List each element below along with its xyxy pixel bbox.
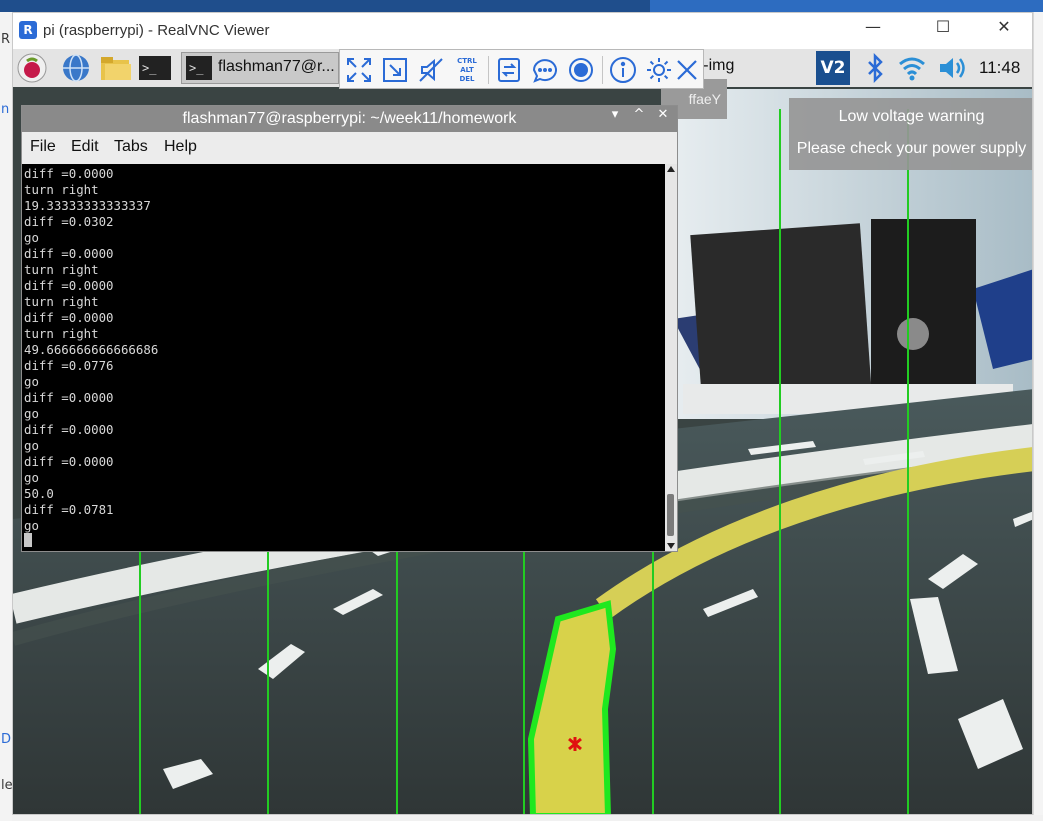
chat-icon[interactable] — [530, 55, 560, 85]
ctrl-alt-del-icon[interactable]: CTRL ALT DEL — [452, 55, 482, 85]
terminal-line: turn right — [24, 262, 99, 277]
vnc-titlebar[interactable]: R pi (raspberrypi) - RealVNC Viewer — ☐ … — [13, 13, 1032, 49]
menu-tabs[interactable]: Tabs — [114, 138, 148, 156]
task-label: flashman77@r... — [218, 58, 335, 75]
terminal-line: 49.666666666666686 — [24, 342, 159, 357]
close-button[interactable]: ✕ — [981, 17, 1027, 45]
terminal-line: diff =0.0302 — [24, 214, 114, 229]
terminal-window: flashman77@raspberrypi: ~/week11/homewor… — [21, 105, 678, 552]
text-cursor — [24, 533, 32, 547]
terminal-line: go — [24, 374, 39, 389]
menu-help[interactable]: Help — [164, 138, 197, 156]
terminal-line: turn right — [24, 182, 99, 197]
host-edge-letter: n — [1, 102, 10, 117]
scrollbar-thumb[interactable] — [667, 494, 674, 536]
window-title: pi (raspberrypi) - RealVNC Viewer — [43, 22, 270, 39]
web-browser-icon[interactable] — [61, 53, 91, 83]
host-edge-letter: le — [1, 778, 13, 793]
bluetooth-icon[interactable] — [863, 52, 893, 84]
terminal-line: diff =0.0000 — [24, 246, 114, 261]
scale-icon[interactable] — [380, 55, 410, 85]
taskbar-task-terminal[interactable]: >_ flashman77@r... — [181, 52, 339, 84]
terminal-scrollbar[interactable] — [665, 164, 677, 551]
terminal-line: diff =0.0000 — [24, 390, 114, 405]
maximize-button[interactable]: ^ — [628, 107, 650, 131]
full-screen-icon[interactable] — [344, 55, 374, 85]
terminal-line: diff =0.0781 — [24, 502, 114, 517]
vnc-toolbar: CTRL ALT DEL — [339, 49, 704, 89]
wifi-icon[interactable] — [897, 53, 927, 83]
terminal-line: diff =0.0000 — [24, 166, 114, 181]
close-toolbar-icon[interactable] — [672, 55, 702, 85]
terminal-line: go — [24, 470, 39, 485]
terminal-line: turn right — [24, 326, 99, 341]
terminal-line: diff =0.0000 — [24, 310, 114, 325]
terminal-line: go — [24, 518, 39, 533]
file-manager-icon[interactable] — [99, 53, 131, 83]
terminal-lines: diff =0.0000 turn right 19.33333333333337 d… — [24, 166, 158, 534]
host-background-edge — [1033, 12, 1043, 821]
low-voltage-warning: Low voltage warning Please check your po… — [789, 98, 1032, 170]
maximize-button[interactable]: ☐ — [920, 17, 966, 45]
host-taskbar-top — [0, 0, 1043, 12]
remote-desktop[interactable]: >_ >_ flashman77@r... ...n-img V2 11:48 … — [13, 49, 1032, 814]
settings-icon[interactable] — [644, 55, 674, 85]
terminal-icon: >_ — [186, 56, 212, 80]
audio-muted-icon[interactable] — [416, 55, 446, 85]
menu-edit[interactable]: Edit — [71, 138, 99, 156]
warning-title: Low voltage warning — [838, 108, 985, 125]
warning-message: Please check your power supply — [796, 140, 1027, 157]
realvnc-logo-icon: R — [19, 21, 37, 39]
terminal-line: go — [24, 406, 39, 421]
terminal-line: 19.33333333333337 — [24, 198, 151, 213]
file-transfer-icon[interactable] — [494, 55, 524, 85]
terminal-title: flashman77@raspberrypi: ~/week11/homewor… — [182, 110, 517, 127]
menu-file[interactable]: File — [30, 138, 56, 156]
vnc-server-tray-icon[interactable]: V2 — [816, 51, 850, 85]
close-button[interactable]: ✕ — [652, 107, 674, 131]
scroll-up-icon[interactable] — [667, 166, 675, 172]
terminal-line: diff =0.0000 — [24, 454, 114, 469]
toolbar-separator — [602, 56, 603, 84]
terminal-line: 50.0 — [24, 486, 54, 501]
host-edge-letter: R — [1, 32, 11, 47]
terminal-output[interactable]: diff =0.0000 turn right 19.33333333333337 d… — [22, 164, 665, 551]
host-edge-letter: D — [1, 732, 12, 747]
vnc-viewer-window: R pi (raspberrypi) - RealVNC Viewer — ☐ … — [12, 12, 1033, 815]
raspberry-menu-icon[interactable] — [17, 53, 47, 83]
terminal-line: diff =0.0000 — [24, 278, 114, 293]
record-icon[interactable] — [566, 55, 596, 85]
clock[interactable]: 11:48 — [979, 58, 1020, 78]
terminal-titlebar[interactable]: flashman77@raspberrypi: ~/week11/homewor… — [22, 106, 677, 132]
info-icon[interactable] — [608, 55, 638, 85]
terminal-line: go — [24, 230, 39, 245]
minimize-button[interactable]: ▾ — [604, 107, 626, 131]
minimize-button[interactable]: — — [850, 17, 896, 45]
terminal-line: turn right — [24, 294, 99, 309]
terminal-line: go — [24, 438, 39, 453]
terminal-menubar: File Edit Tabs Help — [22, 132, 677, 164]
scroll-down-icon[interactable] — [667, 543, 675, 549]
volume-icon[interactable] — [937, 53, 967, 83]
host-bottom-edge — [12, 815, 1043, 821]
toolbar-separator — [488, 56, 489, 84]
terminal-icon[interactable]: >_ — [139, 53, 173, 83]
terminal-line: diff =0.0000 — [24, 422, 114, 437]
terminal-line: diff =0.0776 — [24, 358, 114, 373]
